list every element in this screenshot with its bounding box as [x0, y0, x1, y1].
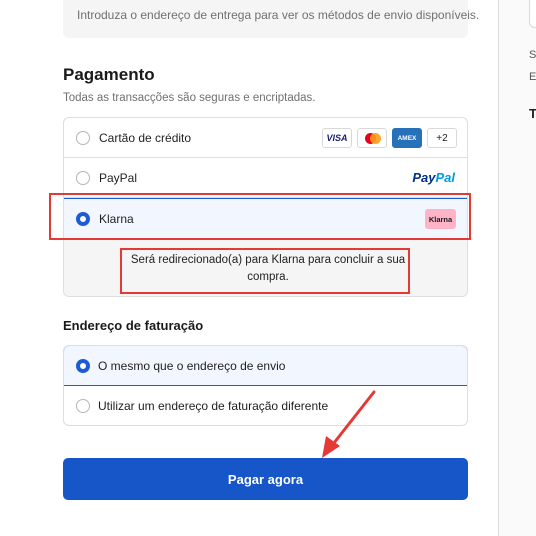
- shipping-notice: Introduza o endereço de entrega para ver…: [63, 0, 479, 38]
- redirect-message: Será redirecionado(a) para Klarna para c…: [130, 254, 406, 283]
- billing-option-same[interactable]: O mesmo que o endereço de envio: [64, 346, 467, 386]
- payment-title: Pagamento: [63, 65, 155, 84]
- billing-option-label: O mesmo que o endereço de envio: [98, 359, 286, 373]
- card-brand-icons: VISA AMEX +2: [322, 128, 457, 148]
- billing-option-different[interactable]: Utilizar um endereço de faturação difere…: [64, 386, 467, 425]
- klarna-logo: Klarna: [425, 209, 456, 229]
- radio-credit-card[interactable]: [76, 131, 90, 145]
- shipping-notice-text: Introduza o endereço de entrega para ver…: [77, 8, 480, 22]
- payment-option-credit-card[interactable]: Cartão de crédito VISA AMEX +2: [64, 118, 467, 158]
- visa-icon: VISA: [322, 128, 352, 148]
- billing-title: Endereço de faturação: [63, 318, 204, 333]
- total-label: T: [529, 106, 536, 121]
- subtotal-label: S: [529, 49, 536, 61]
- amex-icon: AMEX: [392, 128, 422, 148]
- mastercard-icon: [357, 128, 387, 148]
- discount-code-field[interactable]: [529, 0, 536, 28]
- payment-option-paypal[interactable]: PayPal PayPal: [64, 158, 467, 198]
- paypal-logo: PayPal: [412, 170, 455, 185]
- radio-billing-same-selected[interactable]: [76, 359, 90, 373]
- billing-options: O mesmo que o endereço de envio Utilizar…: [63, 345, 468, 426]
- payment-option-klarna[interactable]: Klarna Klarna: [64, 198, 467, 239]
- shipping-label: E: [529, 71, 536, 83]
- payment-option-label: Klarna: [99, 212, 134, 226]
- payment-subtitle: Todas as transacções são seguras e encri…: [63, 92, 316, 104]
- payment-option-label: PayPal: [99, 171, 138, 185]
- radio-paypal[interactable]: [76, 171, 90, 185]
- payment-options: Cartão de crédito VISA AMEX +2 PayPal Pa…: [63, 117, 468, 297]
- radio-billing-different[interactable]: [76, 399, 90, 413]
- radio-klarna-selected[interactable]: [76, 212, 90, 226]
- klarna-redirect-panel: Será redirecionado(a) para Klarna para c…: [64, 239, 467, 296]
- billing-option-label: Utilizar um endereço de faturação difere…: [98, 399, 329, 413]
- pay-now-button[interactable]: Pagar agora: [63, 458, 468, 500]
- more-cards-badge: +2: [427, 128, 457, 148]
- payment-option-label: Cartão de crédito: [99, 131, 192, 145]
- order-summary-sidebar: S E T: [499, 0, 536, 536]
